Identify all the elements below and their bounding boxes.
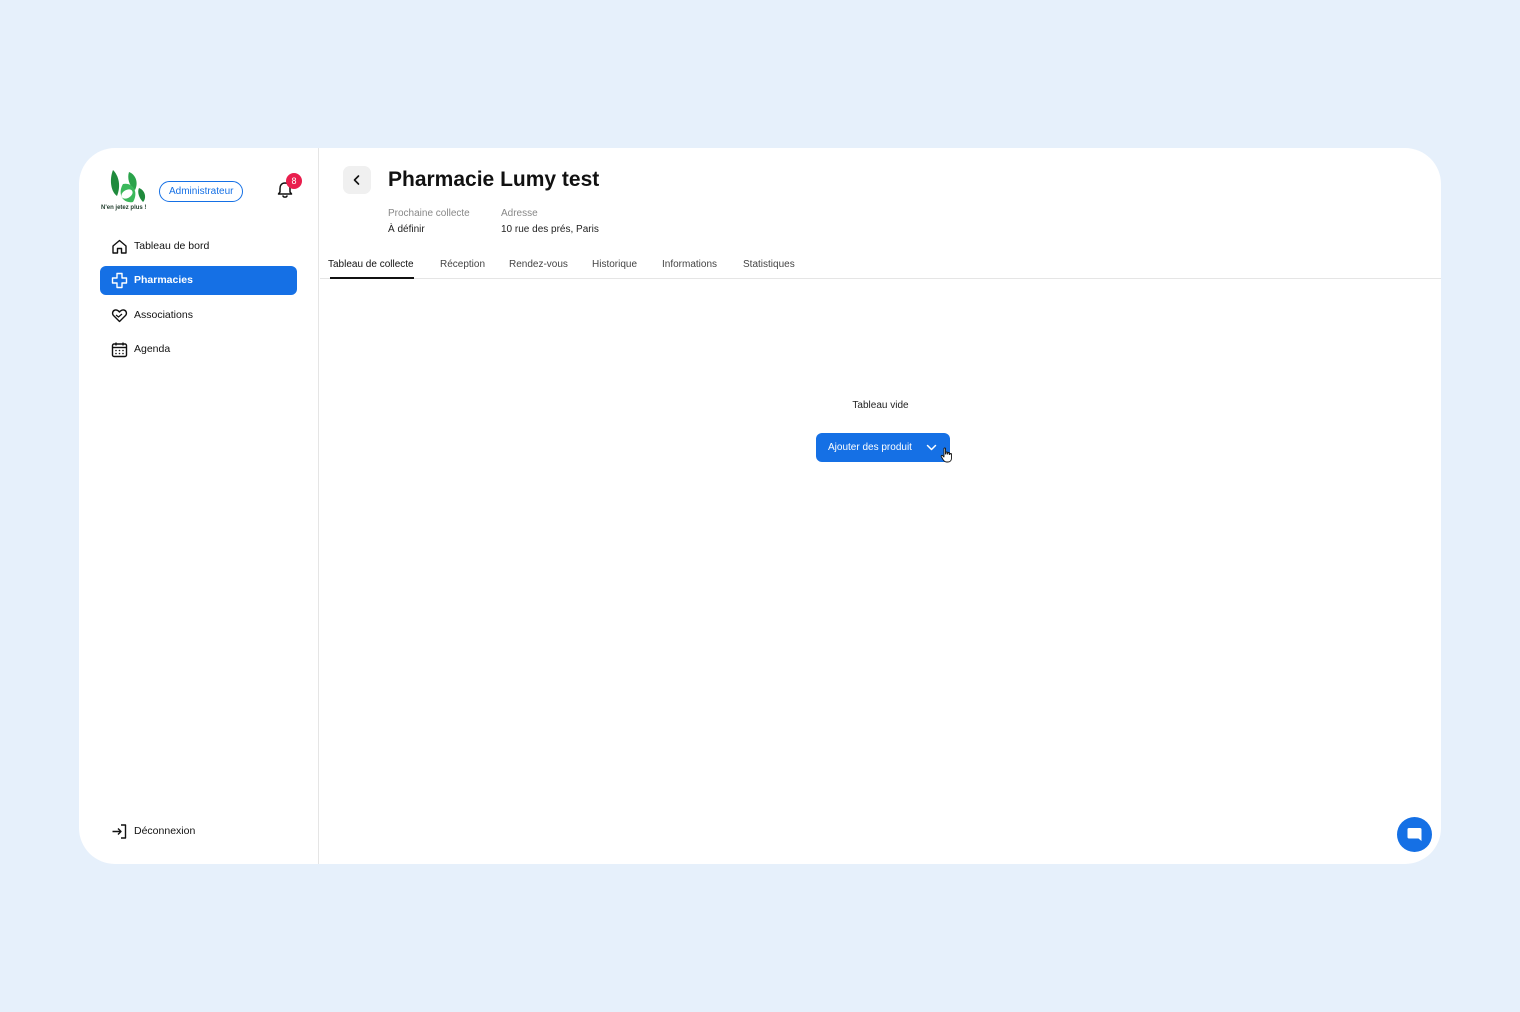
next-collection-label: Prochaine collecte bbox=[388, 208, 470, 219]
logout-label: Déconnexion bbox=[134, 825, 196, 837]
hand-cursor-icon bbox=[940, 447, 952, 463]
empty-table-message: Tableau vide bbox=[852, 400, 909, 411]
page-title: Pharmacie Lumy test bbox=[388, 168, 600, 191]
tab-collection-table[interactable]: Tableau de collecte bbox=[328, 251, 414, 279]
tab-information[interactable]: Informations bbox=[662, 251, 717, 278]
heart-hand-icon bbox=[111, 308, 128, 322]
next-collection-value: À définir bbox=[388, 224, 425, 235]
home-icon bbox=[112, 239, 127, 254]
sidebar-item-dashboard[interactable]: Tableau de bord bbox=[100, 232, 297, 261]
back-button[interactable] bbox=[343, 166, 371, 194]
next-collection: Prochaine collecte À définir bbox=[388, 208, 470, 238]
chevron-left-icon bbox=[353, 175, 360, 185]
logout-icon bbox=[112, 824, 127, 839]
address: Adresse 10 rue des prés, Paris bbox=[501, 208, 599, 238]
tab-history[interactable]: Historique bbox=[592, 251, 637, 278]
address-label: Adresse bbox=[501, 208, 538, 219]
sidebar-item-label: Agenda bbox=[134, 342, 171, 355]
logout-button[interactable]: Déconnexion bbox=[100, 817, 297, 846]
tab-reception[interactable]: Réception bbox=[440, 251, 485, 278]
app-window: N'en jetez plus ! Administrateur 8 Table… bbox=[79, 148, 1441, 864]
tab-appointments[interactable]: Rendez-vous bbox=[509, 251, 568, 278]
calendar-icon bbox=[111, 342, 128, 358]
sidebar-item-associations[interactable]: Associations bbox=[100, 301, 297, 330]
sidebar-item-agenda[interactable]: Agenda bbox=[100, 335, 297, 364]
notification-badge: 8 bbox=[286, 173, 302, 189]
sidebar-nav: Tableau de bord Pharmacies Associations bbox=[100, 232, 297, 369]
tab-bar: Tableau de collecte Réception Rendez-vou… bbox=[320, 251, 1441, 279]
sidebar-item-pharmacies[interactable]: Pharmacies bbox=[100, 266, 297, 296]
pharmacy-cross-icon bbox=[111, 273, 128, 289]
tab-statistics[interactable]: Statistiques bbox=[743, 251, 795, 278]
chat-launcher-button[interactable] bbox=[1397, 817, 1432, 852]
add-products-label: Ajouter des produit bbox=[828, 442, 912, 453]
sidebar-item-label: Tableau de bord bbox=[134, 240, 210, 252]
sidebar: N'en jetez plus ! Administrateur 8 Table… bbox=[79, 148, 319, 864]
add-products-button[interactable]: Ajouter des produit bbox=[816, 433, 950, 462]
logo-tagline: N'en jetez plus ! bbox=[101, 205, 147, 211]
address-value: 10 rue des prés, Paris bbox=[501, 224, 599, 235]
sidebar-item-label: Pharmacies bbox=[134, 274, 193, 287]
sidebar-item-label: Associations bbox=[134, 308, 193, 321]
chat-icon bbox=[1407, 828, 1422, 841]
main-content: Pharmacie Lumy test Prochaine collecte À… bbox=[320, 148, 1441, 864]
role-badge[interactable]: Administrateur bbox=[159, 181, 244, 202]
chevron-down-icon bbox=[926, 444, 937, 451]
